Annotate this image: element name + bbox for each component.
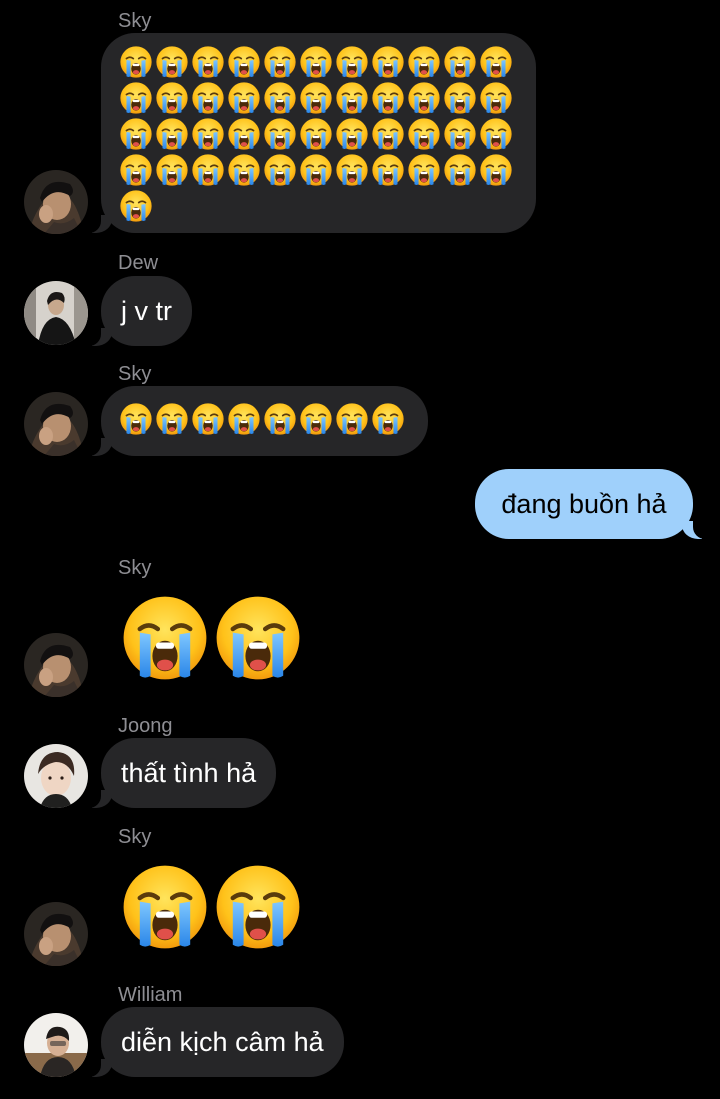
crying-face-icon	[263, 402, 297, 436]
avatar-sky[interactable]	[24, 392, 88, 456]
message-text: diễn kịch câm hả	[121, 1027, 324, 1057]
sender-name-sky: Sky	[118, 10, 152, 32]
crying-face-icon	[407, 45, 441, 79]
sender-name-sky: Sky	[118, 363, 152, 385]
crying-face-icon	[263, 117, 297, 151]
crying-face-icon	[443, 117, 477, 151]
crying-face-icon	[191, 45, 225, 79]
avatar-joong[interactable]	[24, 744, 88, 808]
crying-face-icon	[119, 189, 153, 223]
crying-face-icon	[119, 402, 153, 436]
crying-face-icon	[479, 117, 513, 151]
sender-name-sky: Sky	[118, 557, 152, 579]
crying-face-icon	[227, 402, 261, 436]
emoji-row	[119, 402, 407, 438]
crying-face-icon[interactable]	[120, 862, 210, 952]
crying-face-icon	[479, 153, 513, 187]
avatar-sky[interactable]	[24, 902, 88, 966]
crying-face-icon	[371, 45, 405, 79]
crying-face-icon	[335, 117, 369, 151]
message-bubble-sky-1[interactable]	[81, 33, 536, 233]
crying-face-icon	[479, 45, 513, 79]
crying-face-icon	[263, 153, 297, 187]
crying-face-icon	[443, 153, 477, 187]
crying-face-icon	[407, 81, 441, 115]
crying-face-icon	[119, 117, 153, 151]
crying-face-icon	[335, 81, 369, 115]
message-bubble-joong[interactable]: thất tình hả	[80, 738, 277, 808]
crying-face-icon	[443, 45, 477, 79]
avatar-sky-photo	[24, 392, 88, 456]
crying-face-icon	[191, 153, 225, 187]
crying-face-icon	[299, 117, 333, 151]
message-text: j v tr	[121, 296, 172, 326]
avatar-sky-photo	[24, 170, 88, 234]
crying-face-icon[interactable]	[120, 593, 210, 683]
avatar-sky-photo	[24, 633, 88, 697]
crying-face-icon	[119, 81, 153, 115]
avatar-sky[interactable]	[24, 633, 88, 697]
avatar-joong-photo	[24, 744, 88, 808]
crying-face-icon	[119, 45, 153, 79]
crying-face-icon	[155, 402, 189, 436]
crying-face-icon	[263, 81, 297, 115]
sender-name-dew: Dew	[118, 252, 159, 274]
sender-name-joong: Joong	[118, 715, 173, 737]
message-bubble-dew[interactable]: j v tr	[81, 276, 192, 346]
sender-name-sky: Sky	[118, 826, 152, 848]
crying-face-icon	[227, 45, 261, 79]
crying-face-icon	[263, 45, 297, 79]
crying-face-icon	[479, 81, 513, 115]
crying-face-icon	[407, 117, 441, 151]
crying-face-icon	[191, 81, 225, 115]
crying-face-icon	[191, 117, 225, 151]
crying-face-icon	[335, 45, 369, 79]
crying-face-icon	[371, 81, 405, 115]
emoji-grid	[119, 45, 515, 225]
crying-face-icon	[371, 402, 405, 436]
message-bubble-william[interactable]: diễn kịch câm hả	[81, 1007, 344, 1077]
crying-face-icon	[407, 153, 441, 187]
message-text: đang buồn hả	[501, 489, 667, 519]
crying-face-icon	[155, 81, 189, 115]
crying-face-icon	[371, 153, 405, 187]
crying-face-icon[interactable]	[213, 862, 303, 952]
crying-face-icon[interactable]	[213, 593, 303, 683]
message-bubble-outgoing[interactable]: đang buồn hả	[475, 469, 713, 539]
crying-face-icon	[335, 153, 369, 187]
avatar-sky[interactable]	[24, 170, 88, 234]
crying-face-icon	[155, 45, 189, 79]
crying-face-icon	[191, 402, 225, 436]
crying-face-icon	[155, 153, 189, 187]
message-text: thất tình hả	[121, 758, 257, 788]
sender-name-william: William	[118, 984, 183, 1006]
crying-face-icon	[227, 81, 261, 115]
crying-face-icon	[299, 45, 333, 79]
crying-face-icon	[443, 81, 477, 115]
crying-face-icon	[299, 402, 333, 436]
crying-face-icon	[335, 402, 369, 436]
crying-face-icon	[119, 153, 153, 187]
crying-face-icon	[299, 81, 333, 115]
avatar-william-photo	[24, 1013, 88, 1077]
crying-face-icon	[227, 117, 261, 151]
crying-face-icon	[227, 153, 261, 187]
crying-face-icon	[299, 153, 333, 187]
avatar-dew-photo	[24, 281, 88, 345]
message-bubble-sky-2[interactable]	[81, 386, 428, 456]
crying-face-icon	[155, 117, 189, 151]
avatar-william[interactable]	[24, 1013, 88, 1077]
crying-face-icon	[371, 117, 405, 151]
avatar-sky-photo	[24, 902, 88, 966]
avatar-dew[interactable]	[24, 281, 88, 345]
